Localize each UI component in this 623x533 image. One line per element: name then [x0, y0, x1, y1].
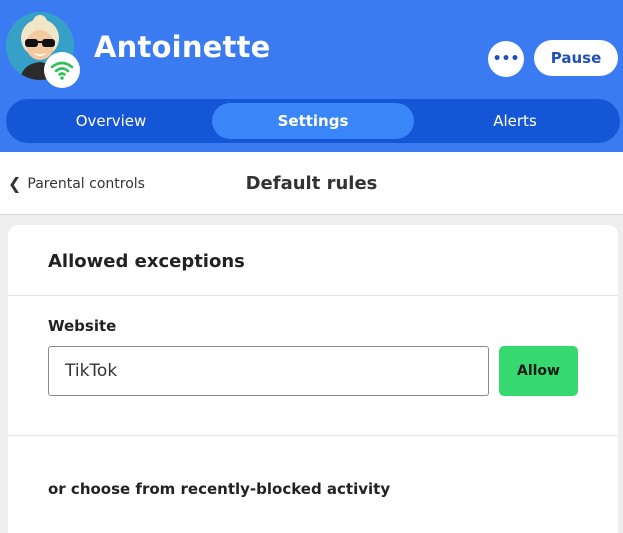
website-input[interactable] — [48, 346, 489, 396]
tab-alerts[interactable]: Alerts — [414, 103, 616, 139]
sub-header: ❮ Parental controls Default rules — [0, 152, 623, 215]
more-options-button[interactable]: ••• — [488, 41, 524, 77]
card-title: Allowed exceptions — [48, 251, 245, 272]
divider — [8, 295, 618, 296]
wifi-icon — [44, 52, 80, 88]
pause-button[interactable]: Pause — [534, 40, 618, 76]
profile-header: Antoinette ••• Pause Overview Settings A… — [0, 0, 623, 152]
divider — [8, 435, 618, 436]
profile-tabs: Overview Settings Alerts — [6, 99, 620, 143]
allowed-exceptions-card: Allowed exceptions Website Allow or choo… — [8, 225, 618, 533]
website-label: Website — [48, 317, 117, 335]
recently-blocked-heading: or choose from recently-blocked activity — [48, 480, 391, 498]
tab-overview[interactable]: Overview — [10, 103, 212, 139]
page-title: Default rules — [245, 173, 378, 194]
tab-settings[interactable]: Settings — [212, 103, 414, 139]
profile-name: Antoinette — [94, 30, 271, 64]
allow-button[interactable]: Allow — [499, 346, 578, 396]
